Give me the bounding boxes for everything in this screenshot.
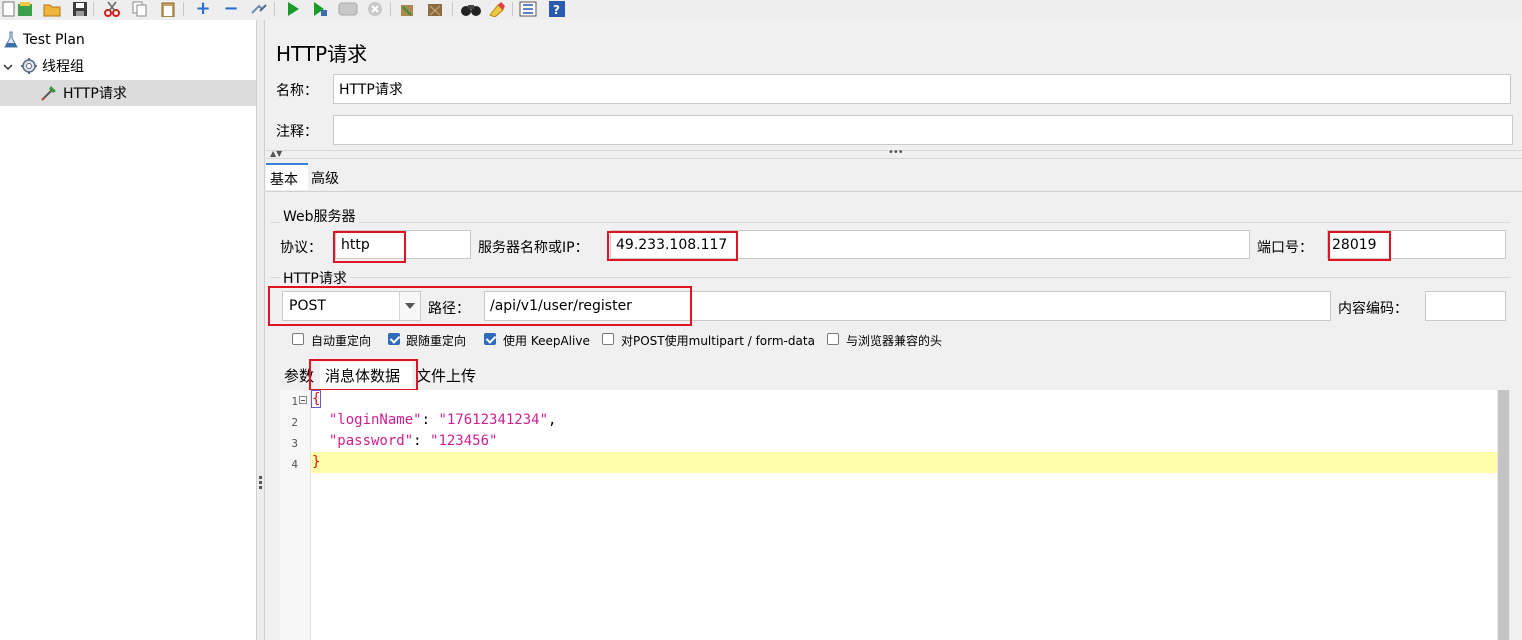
web-server-legend: Web服务器 [280, 206, 359, 226]
method-value: POST [289, 298, 326, 314]
start-icon[interactable] [284, 0, 302, 17]
tab-basic-label: 基本 [270, 172, 298, 188]
tree-item-thread-group[interactable]: 线程组 [0, 53, 256, 79]
search-icon[interactable] [460, 0, 482, 17]
code-line-1: { [310, 390, 322, 408]
clear-icon[interactable] [398, 0, 416, 17]
comment-label: 注释： [276, 124, 318, 140]
start-no-pause-icon[interactable] [311, 0, 329, 17]
tab-basic[interactable]: 基本 [266, 163, 308, 190]
body-data-editor[interactable]: 1 2 3 4 { "loginName": "17612341234", "p… [280, 390, 1510, 640]
tree-item-label: HTTP请求 [63, 86, 127, 102]
http-request-group-line [270, 277, 1510, 278]
current-line-highlight [311, 452, 1497, 473]
keepalive-label: 使用 KeepAlive [503, 334, 590, 348]
auto-redirect-checkbox[interactable] [292, 333, 304, 345]
svg-text:?: ? [553, 3, 560, 17]
subtab-body-data-label: 消息体数据 [325, 367, 401, 385]
method-dropdown-button[interactable] [399, 292, 420, 320]
page-title: HTTP请求 [276, 42, 368, 66]
encoding-label: 内容编码： [1338, 301, 1408, 317]
save-icon[interactable] [71, 0, 89, 17]
toggle-icon[interactable] [250, 0, 268, 17]
expand-icon[interactable]: + [194, 0, 212, 18]
subtab-parameters[interactable]: 参数 [284, 365, 314, 386]
code-line-2: "loginName": "17612341234", [328, 412, 557, 428]
json-value: "17612341234" [438, 412, 549, 428]
fold-icon[interactable] [299, 396, 307, 404]
protocol-field[interactable] [335, 230, 471, 259]
tab-divider [266, 191, 1522, 192]
split-pane-divider[interactable] [256, 20, 265, 640]
paste-icon[interactable] [159, 0, 177, 17]
code-line-3: "password": "123456" [328, 433, 498, 449]
collapse-strip[interactable]: ▲▼ ••• [266, 147, 1522, 159]
json-value: "123456" [430, 433, 498, 449]
name-label: 名称： [276, 83, 318, 99]
toolbar: + − ? [0, 0, 1522, 20]
shutdown-icon[interactable] [366, 0, 384, 17]
json-key: "loginName" [328, 412, 422, 428]
json-key: "password" [328, 433, 414, 449]
line-number: 1 [291, 395, 298, 408]
scrollbar-thumb[interactable] [1498, 390, 1509, 640]
open-icon[interactable] [43, 0, 61, 17]
name-field[interactable] [333, 74, 1511, 104]
line-number: 4 [291, 458, 298, 471]
web-server-group-line [270, 222, 1510, 223]
collapse-arrows-icon[interactable]: ▲▼ [270, 149, 282, 158]
chevron-down-icon[interactable] [3, 60, 13, 76]
clear-all-icon[interactable] [426, 0, 444, 17]
tree-item-http-request[interactable]: HTTP请求 [0, 80, 256, 106]
stop-icon[interactable] [337, 0, 359, 17]
test-plan-tree: Test Plan 线程组 HTTP请求 [0, 20, 256, 640]
path-field[interactable] [484, 291, 1331, 321]
line-number-gutter: 1 2 3 4 [280, 390, 311, 640]
divider-grip [259, 476, 262, 490]
server-field[interactable] [610, 230, 1250, 259]
port-label: 端口号： [1257, 240, 1313, 256]
chevron-down-icon [405, 303, 415, 309]
comment-field[interactable] [333, 115, 1513, 145]
http-request-legend: HTTP请求 [280, 268, 350, 288]
test-plan-icon [3, 31, 19, 53]
copy-icon[interactable] [131, 0, 149, 17]
function-helper-icon[interactable] [519, 0, 537, 17]
encoding-field[interactable] [1425, 291, 1506, 321]
subtab-file-upload[interactable]: 文件上传 [416, 365, 476, 386]
line-number: 2 [291, 416, 298, 429]
follow-redirect-label: 跟随重定向 [406, 334, 467, 348]
sampler-icon [40, 84, 58, 106]
server-label: 服务器名称或IP： [478, 240, 589, 256]
tree-item-label: Test Plan [23, 32, 85, 48]
line-number: 3 [291, 437, 298, 450]
templates-icon[interactable] [16, 0, 34, 17]
path-label: 路径： [428, 301, 470, 317]
help-icon[interactable]: ? [548, 0, 566, 17]
drag-handle-icon: ••• [888, 147, 904, 158]
multipart-checkbox[interactable] [602, 333, 614, 345]
tree-item-test-plan[interactable]: Test Plan [0, 27, 256, 53]
tree-item-label: 线程组 [42, 59, 84, 75]
vertical-scrollbar[interactable] [1497, 390, 1510, 640]
subtab-body-data[interactable]: 消息体数据 [320, 362, 412, 390]
protocol-label: 协议： [280, 240, 322, 256]
reset-search-icon[interactable] [488, 0, 506, 17]
follow-redirect-checkbox[interactable] [388, 333, 400, 345]
tab-advanced-label: 高级 [311, 171, 339, 187]
gear-icon [20, 57, 38, 79]
browser-headers-checkbox[interactable] [827, 333, 839, 345]
browser-headers-label: 与浏览器兼容的头 [846, 334, 943, 348]
keepalive-checkbox[interactable] [484, 333, 496, 345]
port-field[interactable] [1327, 230, 1506, 259]
cut-icon[interactable] [103, 0, 121, 17]
multipart-label: 对POST使用multipart / form-data [621, 334, 815, 348]
collapse-icon[interactable]: − [222, 0, 240, 18]
code-line-4: } [312, 454, 321, 470]
method-select[interactable]: POST [282, 291, 421, 321]
tab-advanced[interactable]: 高级 [308, 163, 348, 190]
auto-redirect-label: 自动重定向 [311, 334, 372, 348]
